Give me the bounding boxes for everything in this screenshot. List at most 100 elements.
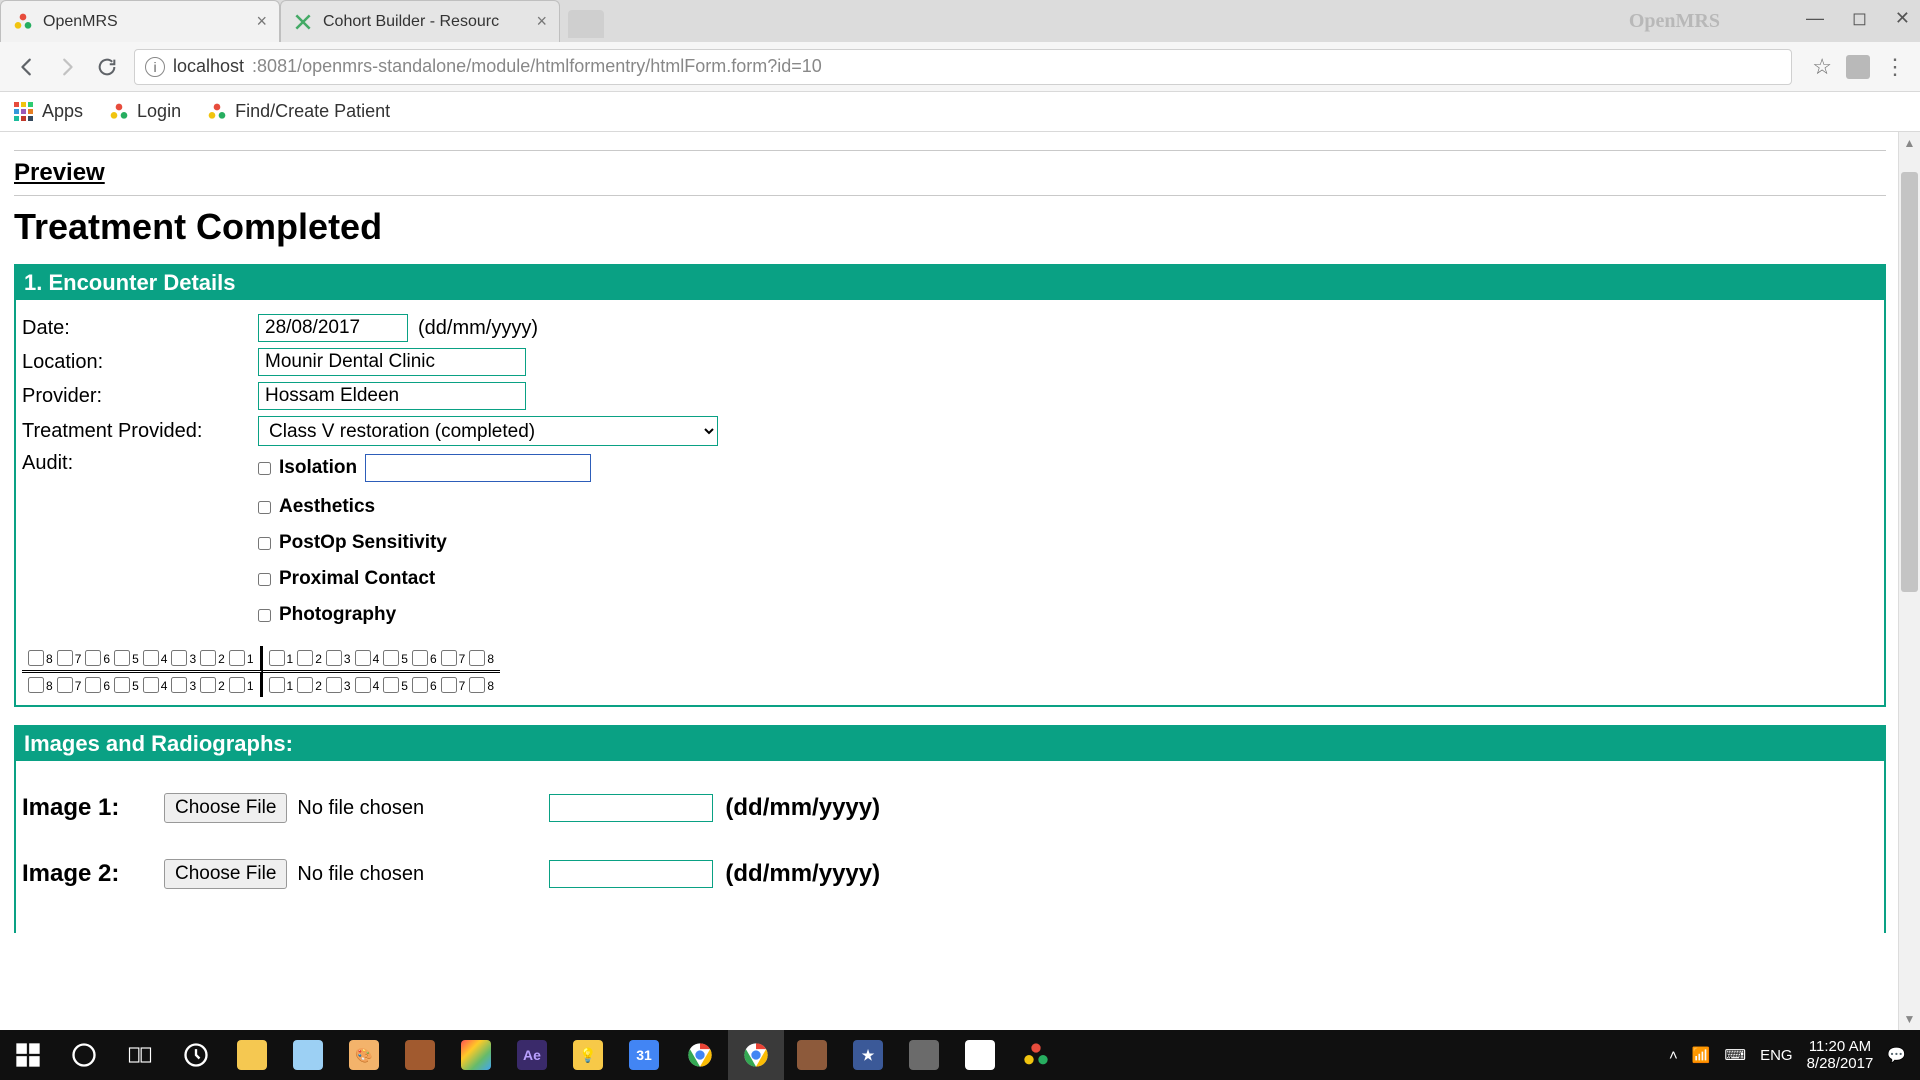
app-icon[interactable] xyxy=(392,1030,448,1080)
close-icon[interactable]: × xyxy=(256,11,267,32)
tooth-checkbox[interactable] xyxy=(171,650,187,666)
panel-header: 1. Encounter Details xyxy=(16,266,1884,300)
app-icon[interactable] xyxy=(896,1030,952,1080)
bookmark-star-icon[interactable]: ☆ xyxy=(1812,54,1832,80)
audit-photo-checkbox[interactable] xyxy=(258,609,271,622)
tooth-checkbox[interactable] xyxy=(412,650,428,666)
app-icon[interactable]: ★ xyxy=(840,1030,896,1080)
start-button[interactable] xyxy=(0,1030,56,1080)
image-date-input[interactable] xyxy=(549,860,713,888)
tooth-checkbox[interactable] xyxy=(229,650,245,666)
tooth-checkbox[interactable] xyxy=(85,650,101,666)
tooth-checkbox[interactable] xyxy=(57,650,73,666)
photos-icon[interactable]: 🖼 xyxy=(952,1030,1008,1080)
tooth-checkbox[interactable] xyxy=(269,650,285,666)
maximize-icon[interactable]: ◻ xyxy=(1852,8,1867,29)
audit-postop-checkbox[interactable] xyxy=(258,537,271,550)
tooth-checkbox[interactable] xyxy=(114,650,130,666)
tooth-checkbox[interactable] xyxy=(412,677,428,693)
after-effects-icon[interactable]: Ae xyxy=(504,1030,560,1080)
tooth-checkbox[interactable] xyxy=(297,677,313,693)
chrome-icon[interactable] xyxy=(672,1030,728,1080)
forward-icon[interactable] xyxy=(54,54,80,80)
no-file-text: No file chosen xyxy=(297,863,537,886)
tooth-checkbox[interactable] xyxy=(383,677,399,693)
tooth-checkbox[interactable] xyxy=(469,677,485,693)
site-info-icon[interactable]: i xyxy=(145,57,165,77)
tooth-checkbox[interactable] xyxy=(441,677,457,693)
wifi-icon[interactable]: 📶 xyxy=(1692,1046,1711,1064)
minimize-icon[interactable]: — xyxy=(1806,8,1824,29)
paint-icon[interactable]: 🎨 xyxy=(336,1030,392,1080)
tooth-checkbox[interactable] xyxy=(85,677,101,693)
menu-kebab-icon[interactable]: ⋮ xyxy=(1884,54,1906,80)
treatment-select[interactable]: Class V restoration (completed) xyxy=(258,416,718,446)
chrome-icon-active[interactable] xyxy=(728,1030,784,1080)
tooth-checkbox[interactable] xyxy=(441,650,457,666)
clock-app-icon[interactable] xyxy=(168,1030,224,1080)
tooth-checkbox[interactable] xyxy=(326,650,342,666)
tooth-checkbox[interactable] xyxy=(326,677,342,693)
calendar-icon[interactable]: 31 xyxy=(616,1030,672,1080)
choose-file-button[interactable]: Choose File xyxy=(164,859,287,889)
notepad-icon[interactable] xyxy=(280,1030,336,1080)
bookmark-login[interactable]: Login xyxy=(109,101,181,122)
task-view-icon[interactable] xyxy=(112,1030,168,1080)
audit-aesthetics-checkbox[interactable] xyxy=(258,501,271,514)
action-center-icon[interactable]: 💬 xyxy=(1887,1046,1906,1064)
back-icon[interactable] xyxy=(14,54,40,80)
tooth-checkbox[interactable] xyxy=(229,677,245,693)
tooth-checkbox[interactable] xyxy=(355,650,371,666)
browser-tab[interactable]: Cohort Builder - Resourc × xyxy=(280,0,560,42)
audit-proximal-checkbox[interactable] xyxy=(258,573,271,586)
audit-isolation-input[interactable] xyxy=(365,454,591,482)
audit-isolation-checkbox[interactable] xyxy=(258,462,271,475)
tooth-checkbox[interactable] xyxy=(200,677,216,693)
tooth-checkbox[interactable] xyxy=(469,650,485,666)
tab-title: Cohort Builder - Resourc xyxy=(323,13,499,31)
tooth-checkbox[interactable] xyxy=(355,677,371,693)
openmrs-taskbar-icon[interactable] xyxy=(1008,1030,1064,1080)
date-input[interactable] xyxy=(258,314,408,342)
tooth-checkbox[interactable] xyxy=(28,650,44,666)
provider-input[interactable] xyxy=(258,382,526,410)
browser-tab-active[interactable]: OpenMRS × xyxy=(0,0,280,42)
location-input[interactable] xyxy=(258,348,526,376)
cortana-icon[interactable] xyxy=(56,1030,112,1080)
bookmark-find-patient[interactable]: Find/Create Patient xyxy=(207,101,390,122)
tooth-checkbox[interactable] xyxy=(143,677,159,693)
new-tab-button[interactable] xyxy=(568,10,604,38)
vertical-scrollbar[interactable]: ▲ ▼ xyxy=(1898,132,1920,1030)
tooth-checkbox[interactable] xyxy=(28,677,44,693)
tooth-number: 2 xyxy=(315,679,322,693)
tooth-number: 1 xyxy=(287,652,294,666)
address-bar[interactable]: i localhost:8081/openmrs-standalone/modu… xyxy=(134,49,1792,85)
tray-chevron-icon[interactable]: ˄ xyxy=(1669,1047,1678,1064)
close-icon[interactable]: × xyxy=(536,11,547,32)
choose-file-button[interactable]: Choose File xyxy=(164,793,287,823)
tooth-checkbox[interactable] xyxy=(143,650,159,666)
app-icon[interactable]: 💡 xyxy=(560,1030,616,1080)
extension-icon[interactable] xyxy=(1846,55,1870,79)
tooth-checkbox[interactable] xyxy=(383,650,399,666)
tooth-checkbox[interactable] xyxy=(57,677,73,693)
scroll-thumb[interactable] xyxy=(1901,172,1918,592)
tooth-checkbox[interactable] xyxy=(114,677,130,693)
tooth-checkbox[interactable] xyxy=(171,677,187,693)
tooth-checkbox[interactable] xyxy=(269,677,285,693)
apps-shortcut[interactable]: Apps xyxy=(14,101,83,122)
taskbar-clock[interactable]: 11:20 AM 8/28/2017 xyxy=(1807,1038,1874,1073)
app-icon[interactable] xyxy=(784,1030,840,1080)
scroll-up-icon[interactable]: ▲ xyxy=(1899,132,1920,154)
image-date-input[interactable] xyxy=(549,794,713,822)
app-icon[interactable] xyxy=(448,1030,504,1080)
keyboard-icon[interactable]: ⌨ xyxy=(1724,1046,1746,1064)
tooth-checkbox[interactable] xyxy=(200,650,216,666)
tooth-checkbox[interactable] xyxy=(297,650,313,666)
language-indicator[interactable]: ENG xyxy=(1760,1047,1793,1064)
file-explorer-icon[interactable] xyxy=(224,1030,280,1080)
scroll-down-icon[interactable]: ▼ xyxy=(1899,1008,1920,1030)
audit-item-label: Proximal Contact xyxy=(279,568,435,590)
close-window-icon[interactable]: ✕ xyxy=(1895,8,1910,29)
reload-icon[interactable] xyxy=(94,54,120,80)
